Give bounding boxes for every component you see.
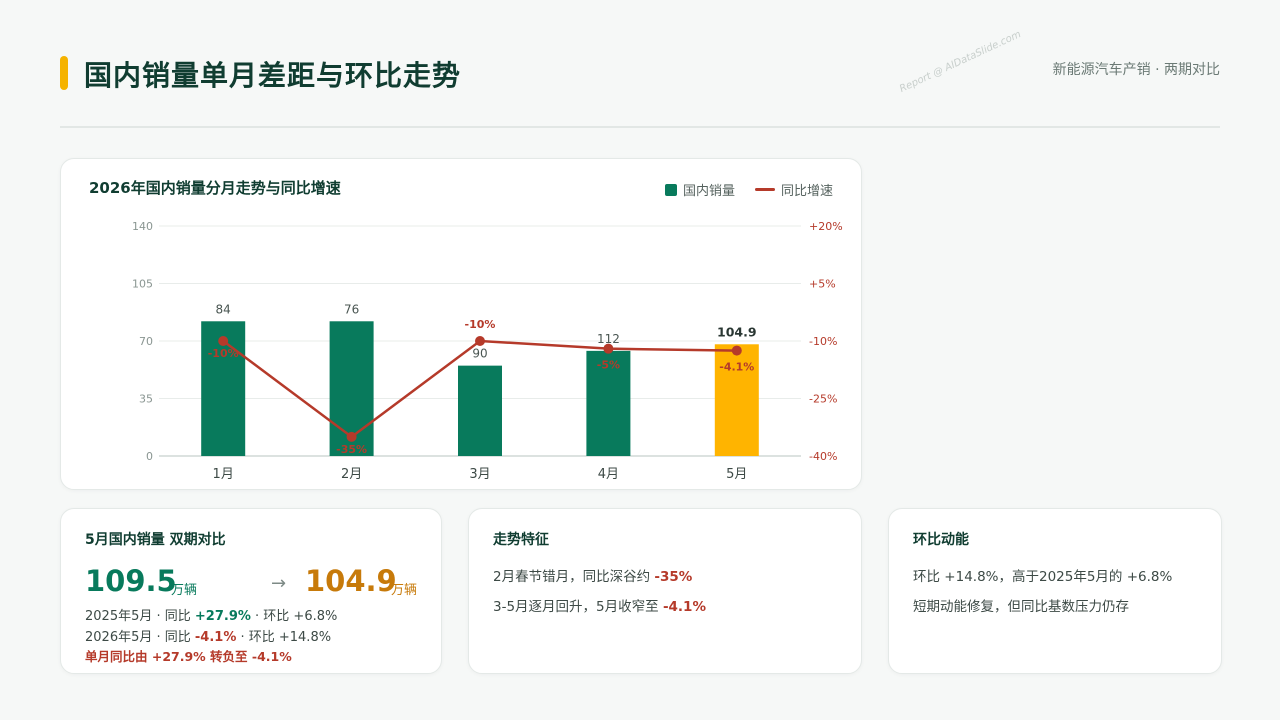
legend-item-sales: 国内销量: [664, 180, 735, 199]
bar: [458, 365, 502, 456]
x-tick-label: 4月: [598, 467, 619, 482]
bar-value-label: 76: [344, 302, 359, 316]
row-2025: 2025年5月 · 同比 +27.9% · 环比 +6.8%: [85, 605, 337, 624]
page-subtitle: 新能源汽车产销 · 两期对比: [1052, 62, 1220, 78]
chart-card: 0 -40% 35 -25% 70 -10% 105 +5% 140 +20% 84 1月 76 2月 90…: [60, 158, 862, 490]
yoy-point: [218, 336, 229, 346]
yoy-point-label: -35%: [336, 443, 367, 456]
yoy-point: [475, 336, 485, 346]
x-tick-label: 2月: [341, 467, 362, 482]
row-2025-prefix: 2025年5月 · 同比: [85, 609, 195, 624]
bar-value-label: 90: [472, 347, 487, 361]
unit-2026: 万辆: [391, 583, 418, 598]
yoy-point: [731, 345, 742, 356]
yoy-point: [346, 431, 357, 442]
row-2026: 2026年5月 · 同比 -4.1% · 环比 +14.8%: [85, 626, 331, 645]
bar-value-label: 84: [216, 302, 231, 316]
unit-2025: 万辆: [171, 583, 198, 598]
row-2025-suffix: · 环比 +6.8%: [250, 609, 338, 624]
value-2025: 109.5: [85, 564, 177, 598]
y-left-tick-label: 70: [139, 335, 153, 348]
momentum-card: 环比动能 环比 +14.8%，高于2025年5月的 +6.8% 短期动能修复，但…: [888, 508, 1222, 674]
yoy-point-label: -4.1%: [719, 361, 754, 374]
x-tick-label: 3月: [469, 467, 490, 482]
y-right-tick-label: -10%: [809, 335, 837, 348]
trend-line-2-text: 3-5月逐月回升，5月收窄至: [493, 599, 663, 615]
row-2026-suffix: · 环比 +14.8%: [236, 630, 332, 645]
trend-line-1-text: 2月春节错月，同比深谷约: [493, 569, 655, 585]
legend-label-yoy: 同比增速: [780, 184, 833, 199]
y-right-tick-label: +20%: [809, 220, 843, 233]
y-right-tick-label: -25%: [809, 393, 837, 406]
trend-line-1-value: -35%: [654, 569, 693, 585]
momentum-line-2: 短期动能修复，但同比基数压力仍存: [913, 599, 1129, 615]
trend-line-2-value: -4.1%: [662, 599, 706, 615]
legend-swatch-bar: [664, 183, 677, 196]
arrow-right-icon: →: [271, 573, 287, 594]
momentum-line-1: 环比 +14.8%，高于2025年5月的 +6.8%: [913, 569, 1173, 585]
value-2026: 104.9: [305, 564, 397, 598]
header-divider: [60, 126, 1220, 128]
momentum-card-heading: 环比动能: [913, 532, 969, 548]
legend-label-sales: 国内销量: [682, 184, 735, 199]
y-left-tick-label: 35: [139, 393, 153, 406]
chart-legend: 国内销量 同比增速: [664, 180, 833, 199]
trend-line-1: 2月春节错月，同比深谷约 -35%: [493, 565, 692, 585]
y-left-tick-label: 0: [146, 450, 153, 463]
yoy-point-label: -5%: [597, 359, 620, 372]
legend-swatch-line: [754, 188, 775, 191]
x-tick-label: 1月: [213, 467, 234, 482]
yoy-point-label: -10%: [465, 318, 496, 331]
row-2026-prefix: 2026年5月 · 同比: [85, 630, 195, 645]
row-2025-yoy: +27.9%: [194, 609, 251, 624]
y-left-tick-label: 140: [132, 220, 153, 233]
watermark: Report @ AIDataSlide.com: [898, 28, 1023, 95]
row-2026-yoy: -4.1%: [194, 630, 237, 645]
comparison-card-heading: 5月国内销量 双期对比: [85, 532, 226, 548]
title-accent-bar: [60, 56, 68, 90]
y-right-tick-label: -40%: [809, 450, 837, 463]
trend-card-heading: 走势特征: [493, 532, 549, 548]
y-right-tick-label: +5%: [809, 278, 836, 291]
yoy-shift-note: 单月同比由 +27.9% 转负至 -4.1%: [85, 649, 292, 664]
bar-value-label: 104.9: [717, 324, 757, 339]
combo-chart: 0 -40% 35 -25% 70 -10% 105 +5% 140 +20% 84 1月 76 2月 90…: [132, 220, 843, 482]
x-tick-label: 5月: [726, 467, 747, 482]
page-title: 国内销量单月差距与环比走势: [84, 59, 462, 92]
yoy-point: [603, 343, 614, 354]
legend-item-yoy: 同比增速: [754, 180, 833, 199]
comparison-card: 5月国内销量 双期对比 109.5 万辆 → 104.9 万辆 2025年5月 …: [60, 508, 442, 674]
yoy-point-label: -10%: [208, 347, 239, 360]
chart-title: 2026年国内销量分月走势与同比增速: [89, 179, 341, 197]
trend-line-2: 3-5月逐月回升，5月收窄至 -4.1%: [493, 595, 706, 615]
trend-card: 走势特征 2月春节错月，同比深谷约 -35% 3-5月逐月回升，5月收窄至 -4…: [468, 508, 862, 674]
y-left-tick-label: 105: [132, 278, 153, 291]
